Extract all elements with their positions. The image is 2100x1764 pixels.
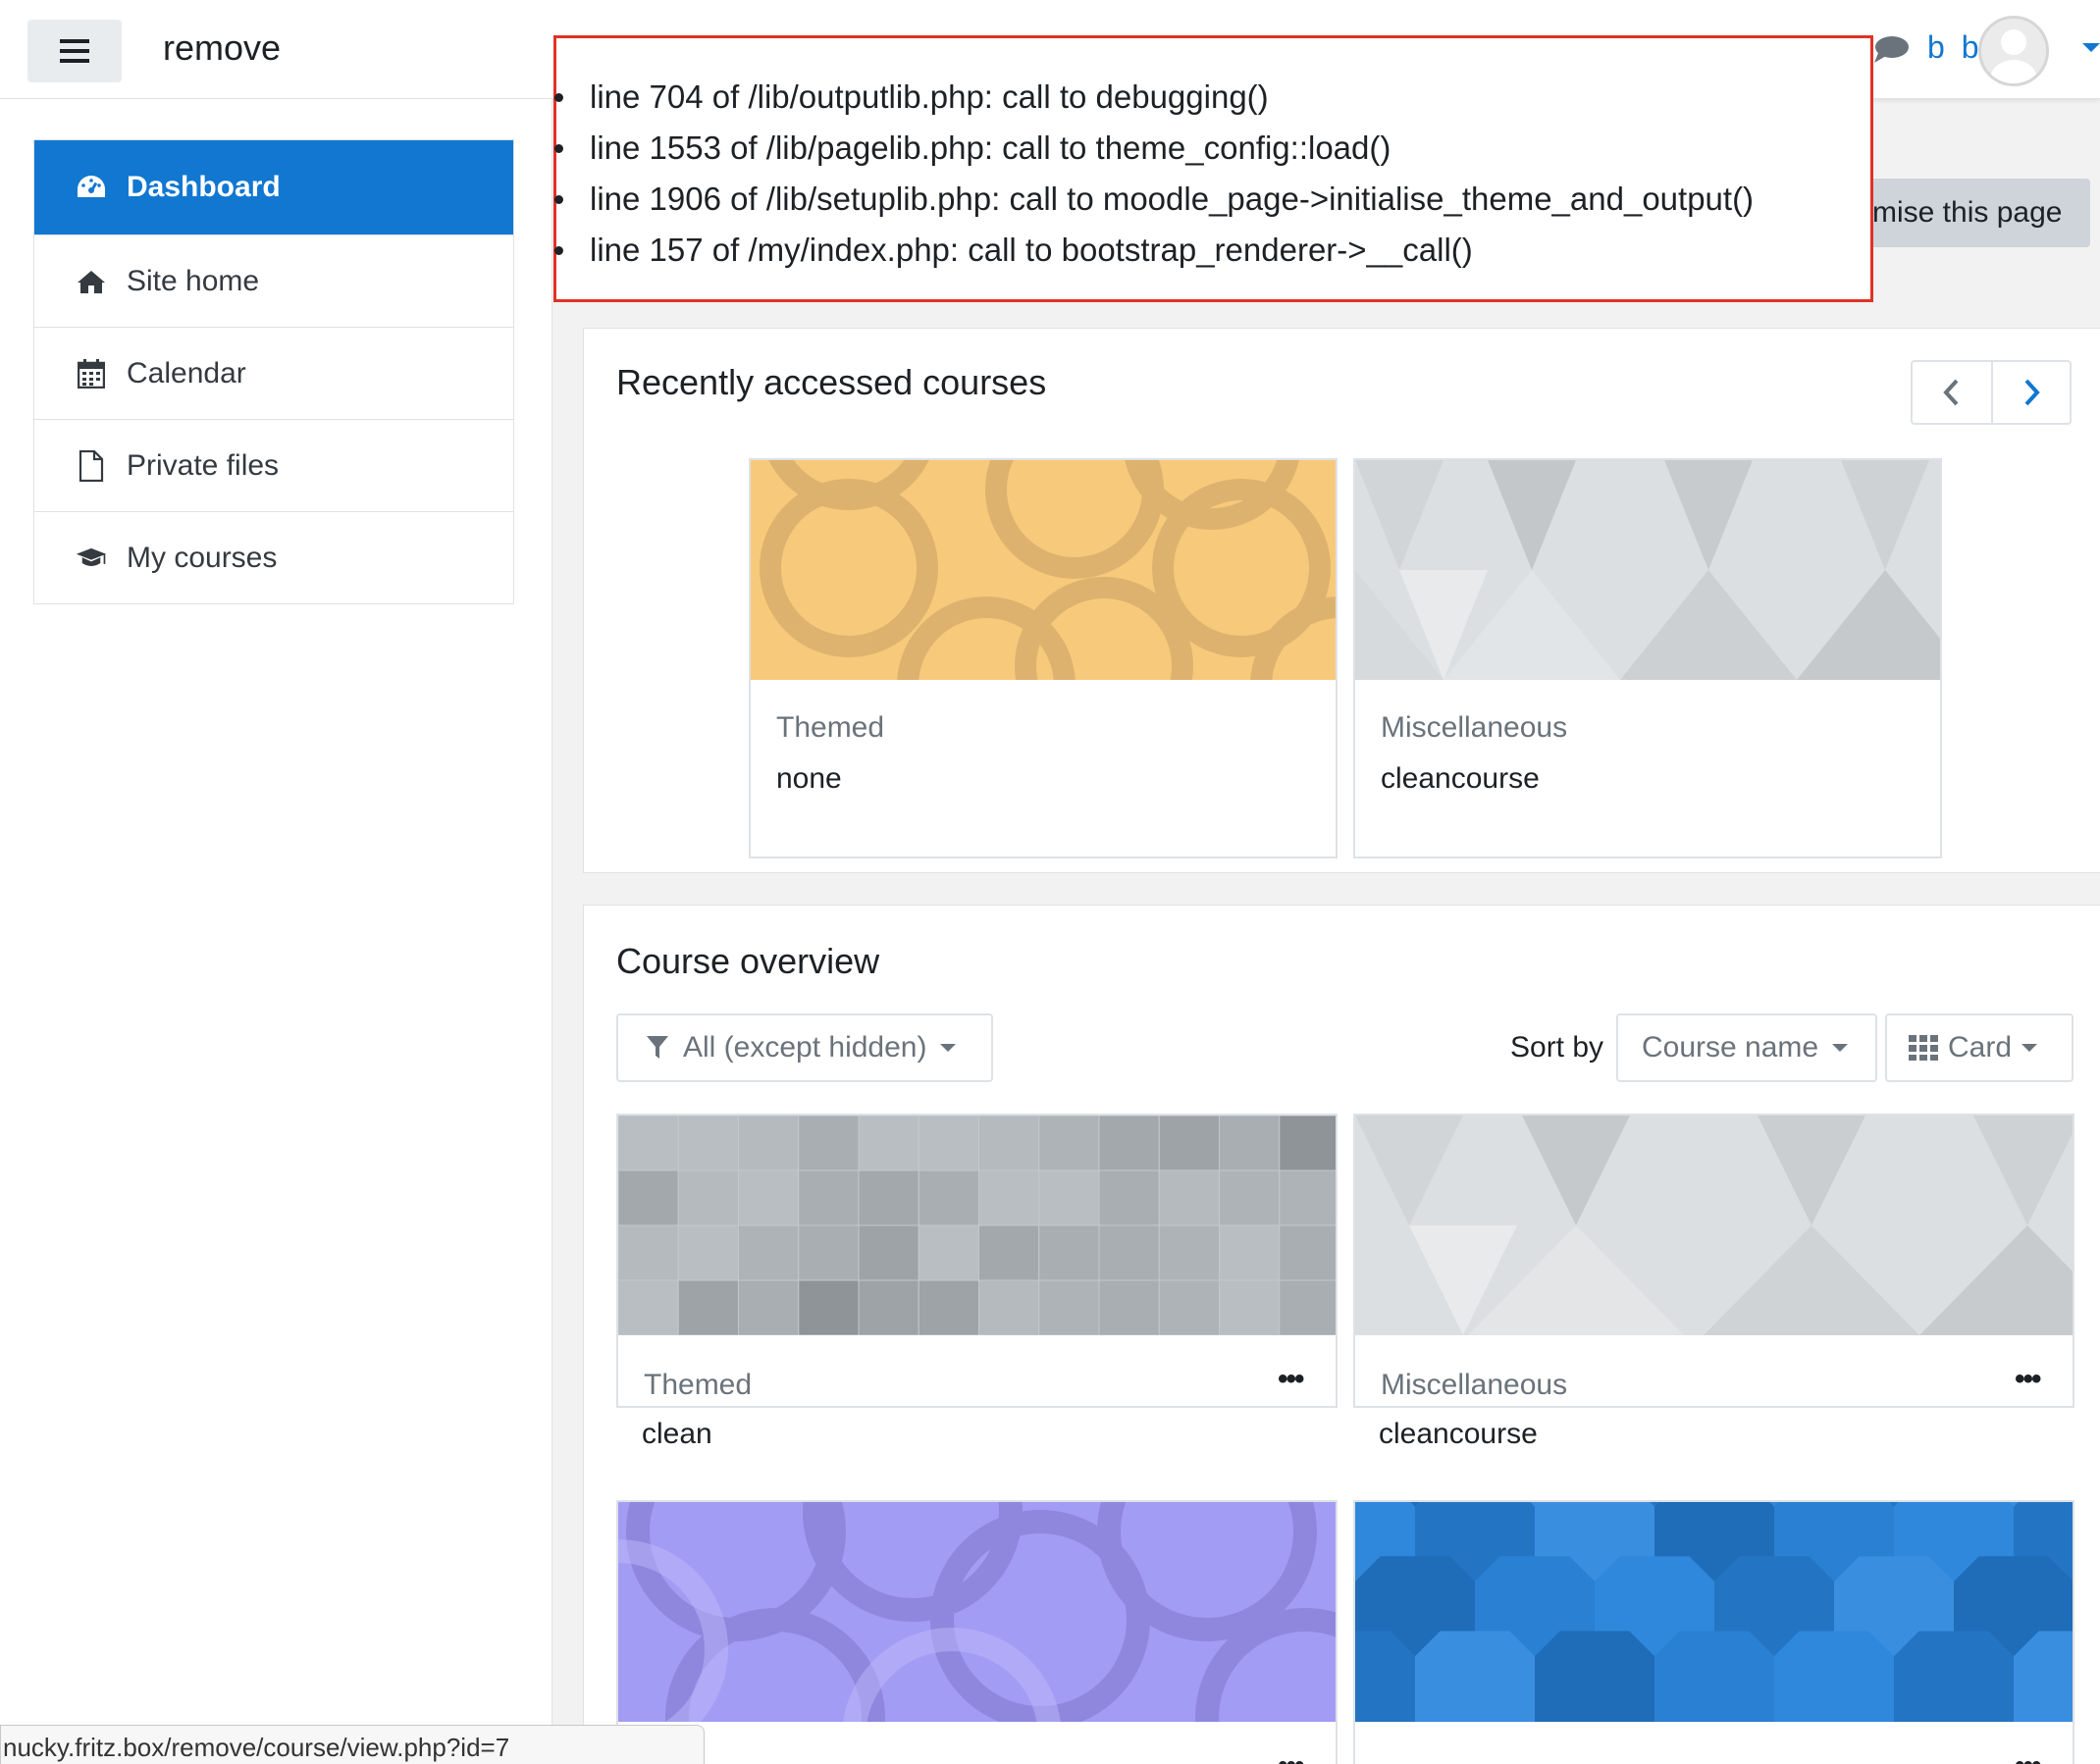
sidebar-item-calendar[interactable]: Calendar <box>34 327 513 419</box>
avatar[interactable] <box>1978 16 2049 86</box>
message-icon[interactable] <box>1872 33 1910 70</box>
course-image[interactable] <box>751 460 1336 680</box>
display-mode-dropdown[interactable]: Card <box>1885 1013 2074 1082</box>
debug-line: line 704 of /lib/outputlib.php: call to … <box>554 72 1870 123</box>
course-card[interactable]: Themed ••• <box>616 1114 1338 1408</box>
debug-text: line 704 of /lib/outputlib.php: call to … <box>590 78 1269 115</box>
course-actions-menu[interactable]: ••• <box>2015 1749 2041 1764</box>
menu-toggle-button[interactable] <box>27 20 122 82</box>
course-image[interactable] <box>1355 1115 2073 1335</box>
customise-page-button[interactable]: mise this page <box>1855 179 2090 247</box>
course-name-link[interactable]: clean <box>642 1418 712 1451</box>
hamburger-icon <box>60 39 89 63</box>
sidebar-item-private-files[interactable]: Private files <box>34 419 513 511</box>
home-icon <box>76 266 107 297</box>
sidebar-item-label: Dashboard <box>127 171 281 203</box>
grouping-filter-dropdown[interactable]: All (except hidden) <box>616 1013 993 1082</box>
sidebar-item-site-home[interactable]: Site home <box>34 234 513 327</box>
filter-icon <box>647 1036 668 1059</box>
sidebar-item-label: My courses <box>127 541 278 574</box>
debug-backtrace-box: line 704 of /lib/outputlib.php: call to … <box>553 35 1873 302</box>
recently-accessed-courses-block: Recently accessed courses Themed none Mi… <box>583 328 2100 873</box>
bullet-icon <box>554 195 563 204</box>
chevron-down-icon <box>1832 1044 1849 1052</box>
debug-line: line 1553 of /lib/pagelib.php: call to t… <box>554 123 1870 174</box>
bullet-icon <box>554 93 563 102</box>
course-image[interactable] <box>618 1115 1336 1335</box>
course-name-link[interactable]: none <box>776 762 842 796</box>
dashboard-icon <box>76 172 107 203</box>
debug-text: line 157 of /my/index.php: call to boots… <box>590 232 1473 268</box>
course-image[interactable] <box>618 1502 1336 1722</box>
course-image[interactable] <box>1355 460 1940 680</box>
chevron-down-icon <box>940 1044 957 1052</box>
course-category: Themed <box>776 711 885 744</box>
sidebar-item-label: Calendar <box>127 356 246 389</box>
course-card[interactable]: Miscellaneous ••• <box>1353 1114 2074 1408</box>
site-name[interactable]: remove <box>163 27 281 69</box>
course-card[interactable]: Themed none <box>749 458 1338 858</box>
display-value: Card <box>1948 1031 2013 1064</box>
squares-pattern <box>618 1115 1336 1335</box>
user-avatar-icon <box>1990 29 2037 83</box>
course-card[interactable]: ••• <box>1353 1500 2074 1764</box>
debug-line: line 157 of /my/index.php: call to boots… <box>554 225 1870 276</box>
debug-line: line 1906 of /lib/setuplib.php: call to … <box>554 174 1870 225</box>
sidebar-item-my-courses[interactable]: My courses <box>34 511 513 603</box>
bullet-icon <box>554 246 563 255</box>
browser-status-bar: nucky.fritz.box/remove/course/view.php?i… <box>0 1725 705 1764</box>
chevron-down-icon <box>2021 1044 2038 1052</box>
filter-value: All (except hidden) <box>683 1031 927 1064</box>
debug-text: line 1906 of /lib/setuplib.php: call to … <box>590 181 1755 217</box>
course-card[interactable]: Miscellaneous cleancourse <box>1353 458 1942 858</box>
graduation-cap-icon <box>76 543 107 574</box>
chevron-left-icon <box>1943 379 1959 406</box>
course-overview-block: Course overview All (except hidden) Sort… <box>583 905 2100 1764</box>
user-menu-chevron-down-icon[interactable] <box>2082 43 2100 52</box>
course-name-link[interactable]: cleancourse <box>1379 1418 1538 1451</box>
nav-drawer: Dashboard Site home Calendar Private fil… <box>33 139 514 604</box>
course-card[interactable]: ••• <box>616 1500 1338 1764</box>
sort-dropdown[interactable]: Course name <box>1616 1013 1877 1082</box>
octagons-pattern <box>1355 1502 2073 1722</box>
grid-icon <box>1909 1035 1938 1061</box>
user-name[interactable]: b b <box>1927 29 1982 66</box>
course-name-link[interactable]: cleancourse <box>1381 762 1540 796</box>
calendar-icon <box>76 358 107 389</box>
previous-page-button[interactable] <box>1913 362 1991 423</box>
next-page-button[interactable] <box>1991 362 2070 423</box>
course-image[interactable] <box>1355 1502 2073 1722</box>
file-icon <box>76 449 107 482</box>
course-category: Miscellaneous <box>1381 711 1568 744</box>
bullet-icon <box>554 144 563 153</box>
chevron-right-icon <box>2024 379 2040 406</box>
course-actions-menu[interactable]: ••• <box>2015 1363 2041 1396</box>
course-category: Miscellaneous <box>1381 1369 1568 1401</box>
debug-text: line 1553 of /lib/pagelib.php: call to t… <box>590 130 1391 166</box>
course-category: Themed <box>644 1369 753 1401</box>
block-title: Recently accessed courses <box>616 362 1047 402</box>
sort-by-label: Sort by <box>1510 1031 1604 1064</box>
sidebar-item-label: Private files <box>127 448 280 482</box>
sidebar-item-dashboard[interactable]: Dashboard <box>34 140 513 234</box>
block-title: Course overview <box>616 941 880 981</box>
sort-value: Course name <box>1642 1031 1819 1064</box>
course-actions-menu[interactable]: ••• <box>1278 1363 1304 1396</box>
sidebar-item-label: Site home <box>127 264 260 297</box>
course-actions-menu[interactable]: ••• <box>1278 1749 1304 1764</box>
paging-control <box>1911 360 2072 425</box>
